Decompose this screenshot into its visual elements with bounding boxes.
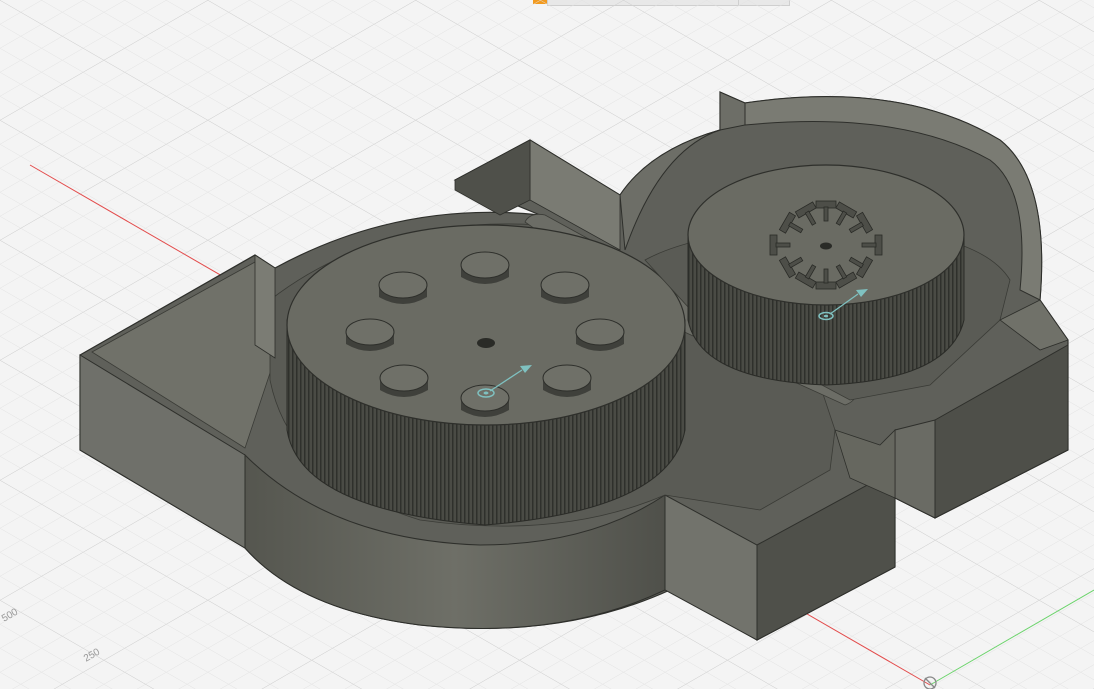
peg: [460, 384, 510, 417]
peg: [379, 364, 429, 397]
peg: [345, 318, 395, 351]
large-gear-center-hole: [477, 338, 495, 348]
small-gear-center-hole: [820, 242, 832, 250]
inner-wall-left-slot: [254, 254, 276, 359]
peg: [575, 318, 625, 351]
peg: [378, 271, 428, 304]
peg: [542, 364, 592, 397]
peg: [460, 251, 510, 284]
3d-viewport[interactable]: [0, 0, 1094, 689]
peg: [540, 271, 590, 304]
